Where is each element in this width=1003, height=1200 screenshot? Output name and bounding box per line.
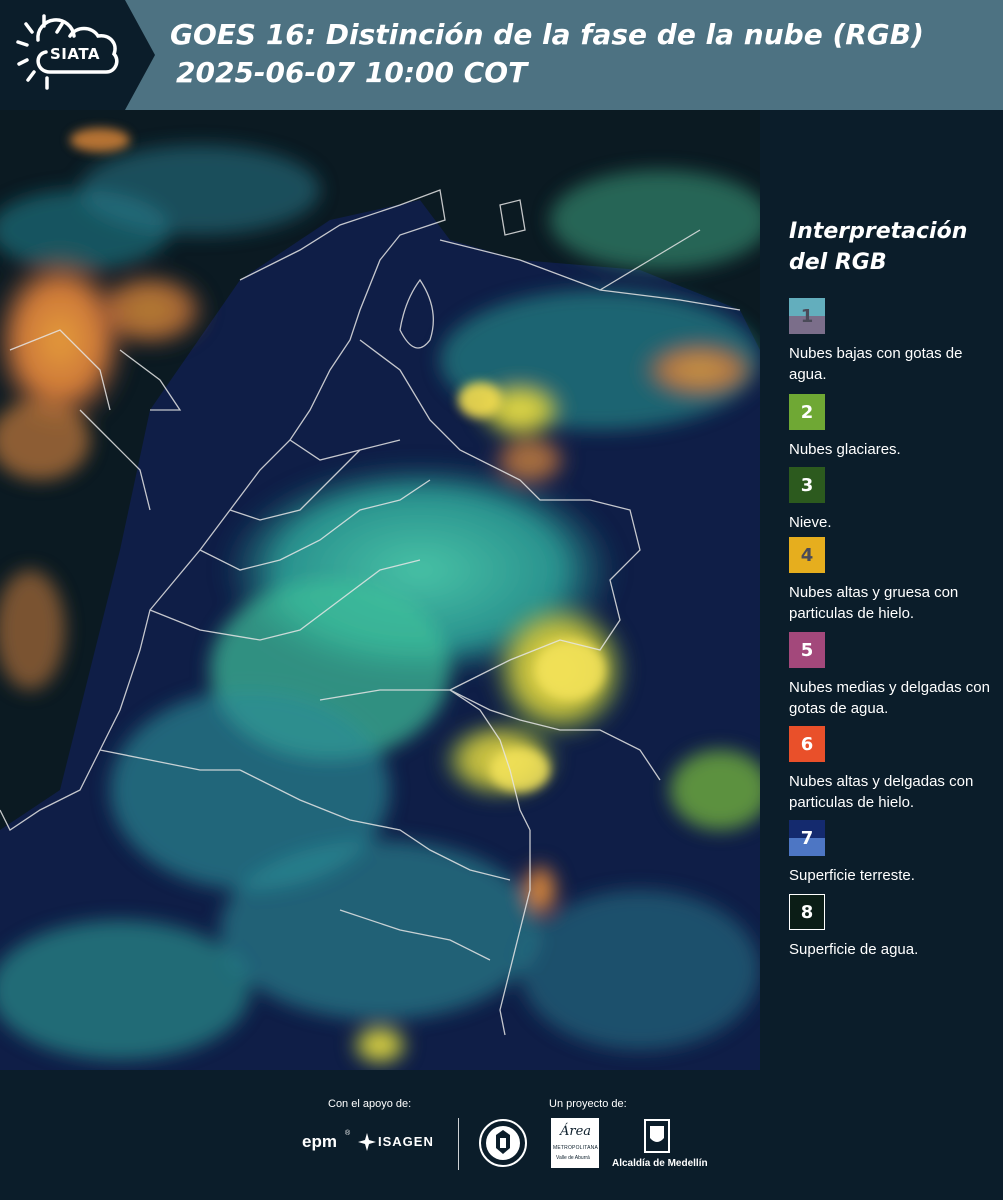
alcaldia-logo-text: Alcaldía de Medellín xyxy=(612,1158,708,1169)
legend-swatch-2: 2 xyxy=(789,394,825,430)
legend-swatch-3: 3 xyxy=(789,467,825,503)
legend-number-8: 8 xyxy=(800,901,814,923)
legend-label-3: Nieve. xyxy=(789,514,832,531)
legend-label-6: Nubes altas y delgadas con particulas de… xyxy=(789,773,974,811)
area-logo-valle: Valle de Aburrá xyxy=(556,1155,590,1161)
legend-label-8: Superficie de agua. xyxy=(789,941,919,958)
medellin-seal-icon xyxy=(479,1119,527,1167)
legend-number-2: 2 xyxy=(800,401,814,423)
area-logo-script: Área xyxy=(560,1124,592,1139)
legend-swatch-4: 4 xyxy=(789,537,825,573)
satellite-map xyxy=(0,110,760,1070)
legend-item-3: 3 Nieve. xyxy=(789,467,999,533)
siata-logo-text: SIATA xyxy=(50,45,101,63)
header-bar: SIATA GOES 16: Distinción de la fase de … xyxy=(0,0,1003,110)
legend-title: Interpretación del RGB xyxy=(789,219,968,275)
legend-number-1: 1 xyxy=(800,305,814,327)
epm-registered-mark: ® xyxy=(345,1130,351,1137)
legend-panel: Interpretación del RGB 1 Nubes bajas con… xyxy=(775,110,1003,1070)
siata-logo: SIATA xyxy=(0,0,155,110)
legend-swatch-8: 8 xyxy=(789,894,825,930)
legend-label-2: Nubes glaciares. xyxy=(789,441,901,458)
satellite-rgb-map-image xyxy=(0,110,760,1070)
legend-swatch-5: 5 xyxy=(789,632,825,668)
legend-item-6: 6 Nubes altas y delgadas con particulas … xyxy=(789,726,999,813)
project-caption: Un proyecto de: xyxy=(549,1098,627,1110)
isagen-icon xyxy=(358,1133,376,1151)
title-line-1: GOES 16: Distinción de la fase de la nub… xyxy=(170,18,924,51)
legend-item-7: 7 Superficie terreste. xyxy=(789,820,999,886)
support-caption: Con el apoyo de: xyxy=(328,1098,412,1110)
page-title: GOES 16: Distinción de la fase de la nub… xyxy=(170,16,924,92)
footer-bar: Con el apoyo de: Un proyecto de: epm ® I… xyxy=(0,1070,1003,1200)
area-metropolitana-logo: Área METROPOLITANA Valle de Aburrá xyxy=(551,1118,599,1168)
legend-swatch-7: 7 xyxy=(789,820,825,856)
legend-item-8: 8 Superficie de agua. xyxy=(789,894,999,960)
legend-number-4: 4 xyxy=(800,544,814,566)
legend-item-4: 4 Nubes altas y gruesa con particulas de… xyxy=(789,537,999,624)
legend-number-6: 6 xyxy=(800,733,814,755)
legend-item-5: 5 Nubes medias y delgadas con gotas de a… xyxy=(789,632,999,719)
epm-logo: epm xyxy=(302,1132,337,1151)
legend-label-1: Nubes bajas con gotas de agua. xyxy=(789,345,963,383)
legend-number-5: 5 xyxy=(800,639,814,661)
legend-label-5: Nubes medias y delgadas con gotas de agu… xyxy=(789,679,990,717)
area-logo-metropolitana: METROPOLITANA xyxy=(553,1145,599,1151)
legend-item-2: 2 Nubes glaciares. xyxy=(789,394,999,460)
title-line-2: 2025-06-07 10:00 COT xyxy=(176,56,528,89)
legend-swatch-1: 1 xyxy=(789,298,825,334)
legend-label-4: Nubes altas y gruesa con particulas de h… xyxy=(789,584,959,622)
legend-label-7: Superficie terreste. xyxy=(789,867,915,884)
legend-item-1: 1 Nubes bajas con gotas de agua. xyxy=(789,298,999,385)
legend-swatch-6: 6 xyxy=(789,726,825,762)
legend-number-3: 3 xyxy=(800,474,814,496)
footer-divider xyxy=(458,1118,459,1170)
alcaldia-shield-icon xyxy=(644,1119,670,1153)
isagen-logo: ISAGEN xyxy=(378,1134,434,1149)
legend-number-7: 7 xyxy=(800,827,814,849)
